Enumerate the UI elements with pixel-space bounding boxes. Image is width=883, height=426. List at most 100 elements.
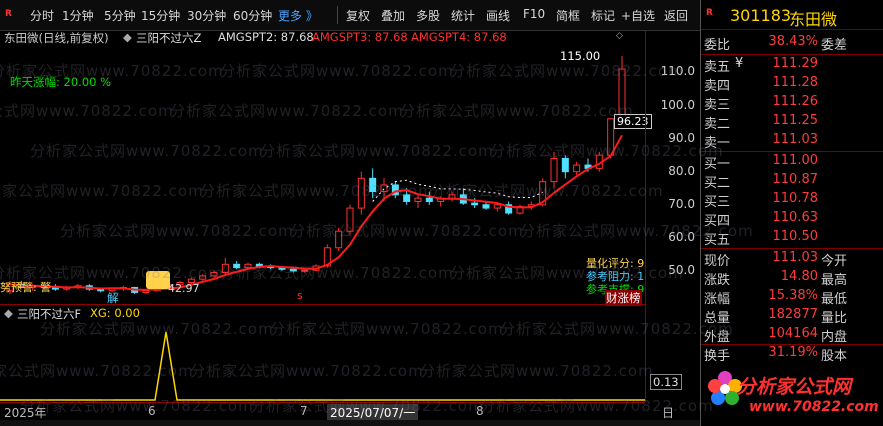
buy-level-4-label: 买四 [704,214,731,229]
warning-label: 努预警: 警 [0,281,52,294]
buy-level-4-row: 买四 110.63 [701,210,883,230]
month-8-label: 8 [476,404,484,418]
candle-body [493,204,501,209]
candle-body [335,230,343,249]
sell-level-2-row: 卖二 111.25 [701,113,883,133]
indicator-name[interactable]: 三阳不过六Z [136,30,201,46]
weibi-label: 委比 [704,38,731,53]
biaoji-button[interactable]: 标记 [591,7,615,25]
back-button[interactable]: 返回 [664,7,688,25]
axis-tick-label: 100.0 [660,97,695,112]
stat-4-value: 104164 [768,326,818,341]
candle-body [573,164,581,173]
stat-2-value: 15.38% [768,288,818,303]
brand-logo: 分析家公式网 www.70822.com [701,364,883,422]
tab-1min[interactable]: 1分钟 [62,7,94,25]
jiankuang-button[interactable]: 简框 [556,7,580,25]
stat-5-label: 换手 [704,349,731,364]
tab-5min[interactable]: 5分钟 [104,7,136,25]
candle-body [244,263,252,269]
stat-2-row: 涨幅 15.38% 最低 [701,288,883,308]
tab-fenshi[interactable]: 分时 [30,7,54,25]
cursor-date-label: 2025/07/07/一 [327,404,419,421]
candle-body [289,268,297,272]
sell-level-3-value: 111.26 [772,94,819,109]
duogu-button[interactable]: 多股 [416,7,440,25]
top-toolbar: R 分时 1分钟 5分钟 15分钟 30分钟 60分钟 更多 》 复权 叠加 多… [0,0,700,31]
candle-body [255,263,263,267]
quote-panel: R 301183 东田微 委比 38.43% 委差 卖五 111.29 卖四 111.… [700,0,883,426]
more-button[interactable]: 更多 》 [278,7,318,25]
sell-level-2-value: 111.25 [772,113,819,128]
divider [701,29,883,30]
stock-name: 东田微 [789,10,838,29]
stat-3-value: 182877 [768,307,818,322]
axis-tick-label: 60.0 [668,229,695,244]
add-watchlist-button[interactable]: +自选 [621,7,655,25]
stat-4-label: 外盘 [704,330,731,345]
candle-body [199,275,207,280]
buy-level-1-row: 买一 111.00 [701,153,883,173]
amgspt4-value: AMGSPT4: 87.68 [411,30,507,44]
fuquan-button[interactable]: 复权 [346,7,370,25]
buy-level-2-label: 买二 [704,176,731,191]
stat-3-label: 总量 [704,311,731,326]
brand-name: 分析家公式网 [737,376,852,398]
low-price-marker: 42.97 [168,282,200,295]
candle-body [369,177,377,193]
tongji-button[interactable]: 统计 [451,7,475,25]
price-chart[interactable]: 昨天涨幅: 20.00 % 115.00 96.23 42.97 解 努预警: … [0,46,652,306]
f10-button[interactable]: F10 [523,7,545,25]
stat-0-value: 111.03 [772,250,819,265]
stat-0-label2: 今开 [821,254,848,269]
stat-4-row: 外盘 104164 内盘 [701,326,883,346]
divider [701,344,883,345]
buy-level-2-row: 买二 110.87 [701,172,883,192]
axis-collapse-icon[interactable]: ◇ [616,31,623,41]
buy-level-3-label: 买三 [704,195,731,210]
buy-level-2-value: 110.87 [772,172,819,187]
tab-30min[interactable]: 30分钟 [187,7,226,25]
stock-period-label: 东田微(日线,前复权) [4,31,109,45]
sell-level-4-label: 卖四 [704,79,731,94]
buy-level-1-value: 111.00 [772,153,819,168]
candle-body [471,202,479,206]
sell-level-3-row: 卖三 111.26 [701,94,883,114]
price-axis: ◇ 110.0 100.0 90.0 80.0 70.0 60.0 50.0 0.13 [616,30,701,402]
huaxian-button[interactable]: 画线 [486,7,510,25]
s-marker: s [297,289,303,302]
buy-level-5-label: 买五 [704,233,731,248]
weibi-value: 38.43% [768,34,818,49]
brand-url: www.70822.com [749,399,879,415]
axis-tick-label: 70.0 [668,196,695,211]
toolbar-divider [337,6,338,24]
stat-1-label: 涨跌 [704,273,731,288]
stat-5-row: 换手 31.19% 股本 [701,345,883,365]
diejia-button[interactable]: 叠加 [381,7,405,25]
sell-level-5-row: 卖五 111.29 [701,56,883,76]
stat-1-value: 14.80 [780,269,818,284]
month-6-label: 6 [148,404,156,418]
sell-level-4-value: 111.28 [772,75,819,90]
sell-level-1-label: 卖一 [704,136,731,151]
divider [701,151,883,152]
candle-body [210,272,218,277]
stat-4-label2: 内盘 [821,330,848,345]
divider [701,54,883,55]
candle-body [301,269,309,272]
tab-15min[interactable]: 15分钟 [141,7,180,25]
indicator-pane[interactable]: ◆ 三阳不过六F XG: 0.00 [0,305,645,402]
buy-level-3-row: 买三 110.78 [701,191,883,211]
weicha-label: 委差 [821,38,848,53]
axis-tick-label: 50.0 [668,262,695,277]
stat-5-label2: 股本 [821,349,848,364]
stat-3-row: 总量 182877 量比 [701,307,883,327]
rzrq-icon: R [706,8,713,18]
day-label: 日 [662,406,675,420]
yesterday-gain-label: 昨天涨幅: 20.00 % [10,75,112,89]
divider [701,248,883,249]
dropdown-icon[interactable]: ◆ [123,30,132,44]
stat-0-row: 现价 111.03 今开 [701,250,883,270]
candle-body [403,194,411,202]
tab-60min[interactable]: 60分钟 [233,7,272,25]
